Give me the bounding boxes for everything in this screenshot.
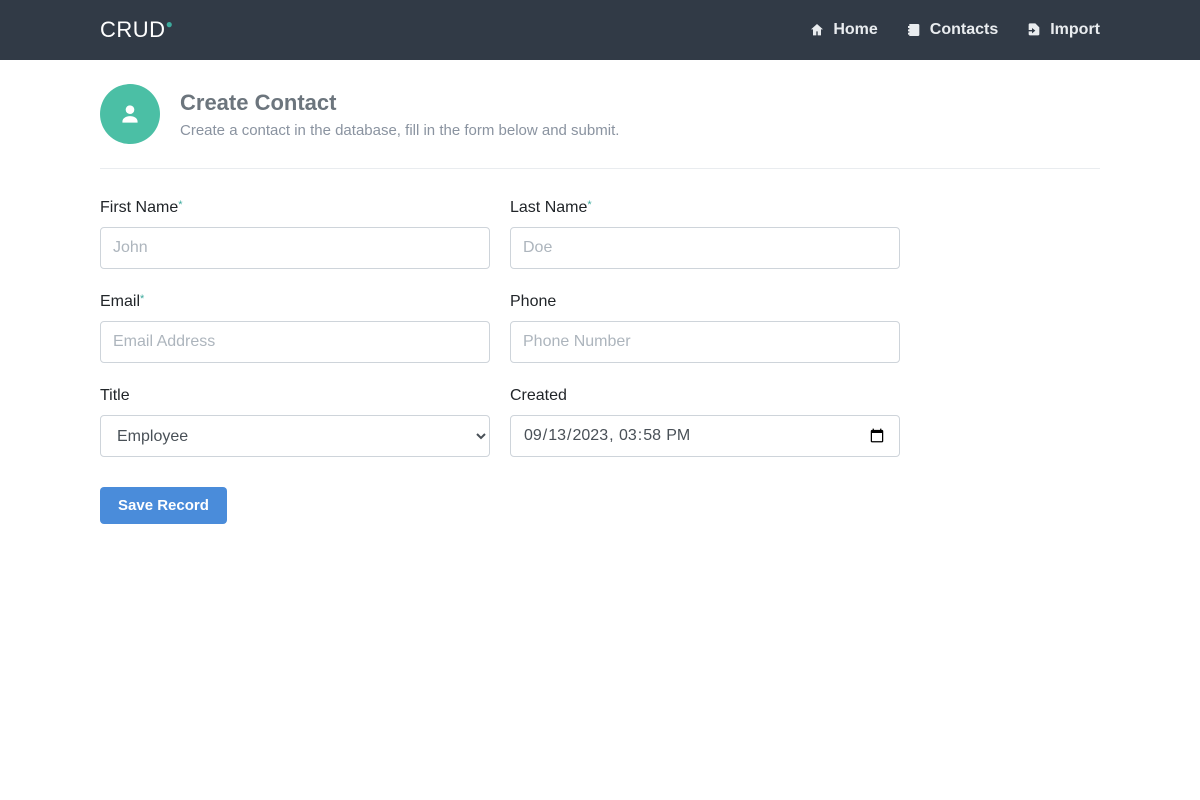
brand[interactable]: CRUD● [100, 17, 173, 43]
navbar: CRUD● Home Contacts Import [0, 0, 1200, 60]
avatar [100, 84, 160, 144]
nav-links: Home Contacts Import [809, 21, 1100, 39]
create-contact-form: First Name* Last Name* Email* Phone Titl… [100, 169, 1100, 524]
address-book-icon [906, 22, 922, 38]
last-name-input[interactable] [510, 227, 900, 269]
title-select[interactable]: Employee [100, 415, 490, 457]
first-name-input[interactable] [100, 227, 490, 269]
page-subtitle: Create a contact in the database, fill i… [180, 122, 619, 139]
nav-contacts[interactable]: Contacts [906, 21, 998, 39]
title-label: Title [100, 387, 130, 405]
nav-home[interactable]: Home [809, 21, 877, 39]
first-name-group: First Name* [100, 199, 490, 269]
page-header: Create Contact Create a contact in the d… [100, 84, 1100, 169]
save-record-button[interactable]: Save Record [100, 487, 227, 524]
phone-label: Phone [510, 293, 556, 311]
nav-import-label: Import [1050, 21, 1100, 39]
email-input[interactable] [100, 321, 490, 363]
user-icon [117, 101, 143, 127]
first-name-label: First Name* [100, 199, 183, 217]
last-name-group: Last Name* [510, 199, 900, 269]
brand-text: CRUD [100, 17, 166, 42]
file-import-icon [1026, 22, 1042, 38]
email-label: Email* [100, 293, 144, 311]
last-name-label: Last Name* [510, 199, 592, 217]
page-container: Create Contact Create a contact in the d… [100, 60, 1100, 524]
phone-group: Phone [510, 293, 900, 363]
created-input[interactable] [510, 415, 900, 457]
title-group: Title Employee [100, 387, 490, 457]
nav-import[interactable]: Import [1026, 21, 1100, 39]
page-title: Create Contact [180, 90, 619, 116]
phone-input[interactable] [510, 321, 900, 363]
email-group: Email* [100, 293, 490, 363]
created-label: Created [510, 387, 567, 405]
nav-contacts-label: Contacts [930, 21, 998, 39]
nav-home-label: Home [833, 21, 877, 39]
home-icon [809, 22, 825, 38]
created-group: Created [510, 387, 900, 457]
